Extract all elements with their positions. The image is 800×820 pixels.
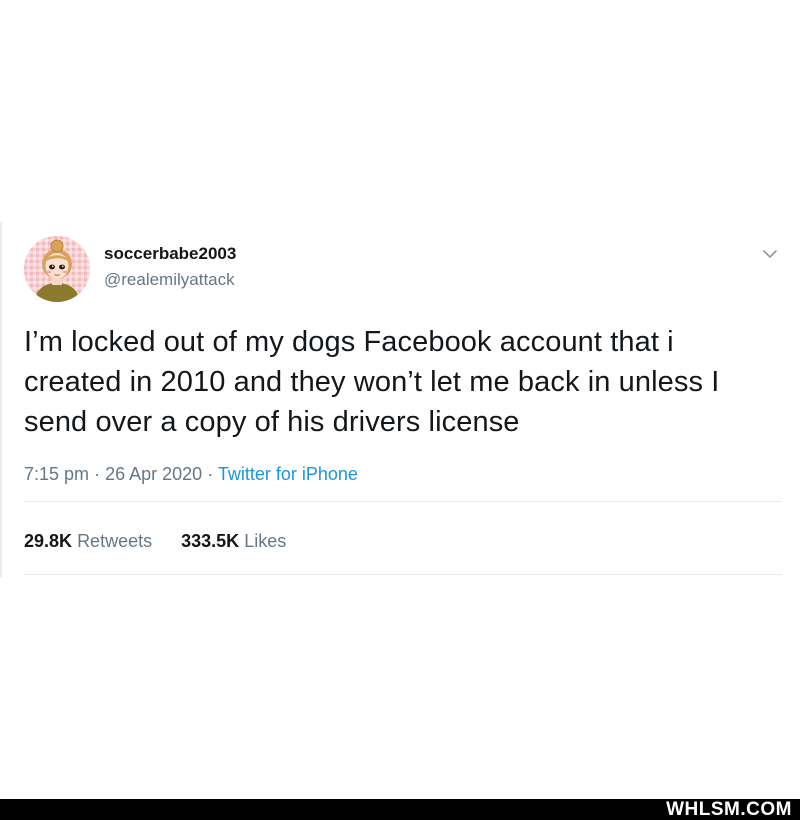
retweets-count: 29.8K (24, 531, 73, 551)
likes-count: 333.5K (181, 531, 240, 551)
tweet-time[interactable]: 7:15 pm (24, 464, 89, 484)
meta-separator: · (207, 464, 214, 484)
retweets-label: Retweets (77, 531, 153, 551)
chevron-down-icon[interactable] (760, 244, 780, 264)
tweet-card: soccerbabe2003 @realemilyattack I’m lock… (0, 222, 782, 577)
author-handle[interactable]: @realemilyattack (104, 270, 235, 290)
tweet-meta: 7:15 pm · 26 Apr 2020 · Twitter for iPho… (24, 464, 358, 485)
tweet-date[interactable]: 26 Apr 2020 (105, 464, 202, 484)
page: soccerbabe2003 @realemilyattack I’m lock… (0, 0, 800, 820)
author-display-name[interactable]: soccerbabe2003 (104, 244, 236, 264)
divider (24, 574, 782, 575)
tweet-source-link[interactable]: Twitter for iPhone (218, 464, 358, 484)
divider (24, 501, 782, 502)
likes-label: Likes (244, 531, 287, 551)
cartoon-girl-avatar-icon (24, 236, 90, 302)
watermark-bar: WHLSM.COM (0, 799, 800, 820)
likes-stat[interactable]: 333.5K Likes (181, 531, 286, 552)
watermark-text: WHLSM.COM (666, 799, 792, 820)
meta-separator: · (94, 464, 101, 484)
tweet-text: I’m locked out of my dogs Facebook accou… (24, 326, 720, 438)
tweet-stats: 29.8K Retweets 333.5K Likes (24, 531, 310, 552)
avatar[interactable] (24, 236, 90, 302)
retweets-stat[interactable]: 29.8K Retweets (24, 531, 152, 552)
